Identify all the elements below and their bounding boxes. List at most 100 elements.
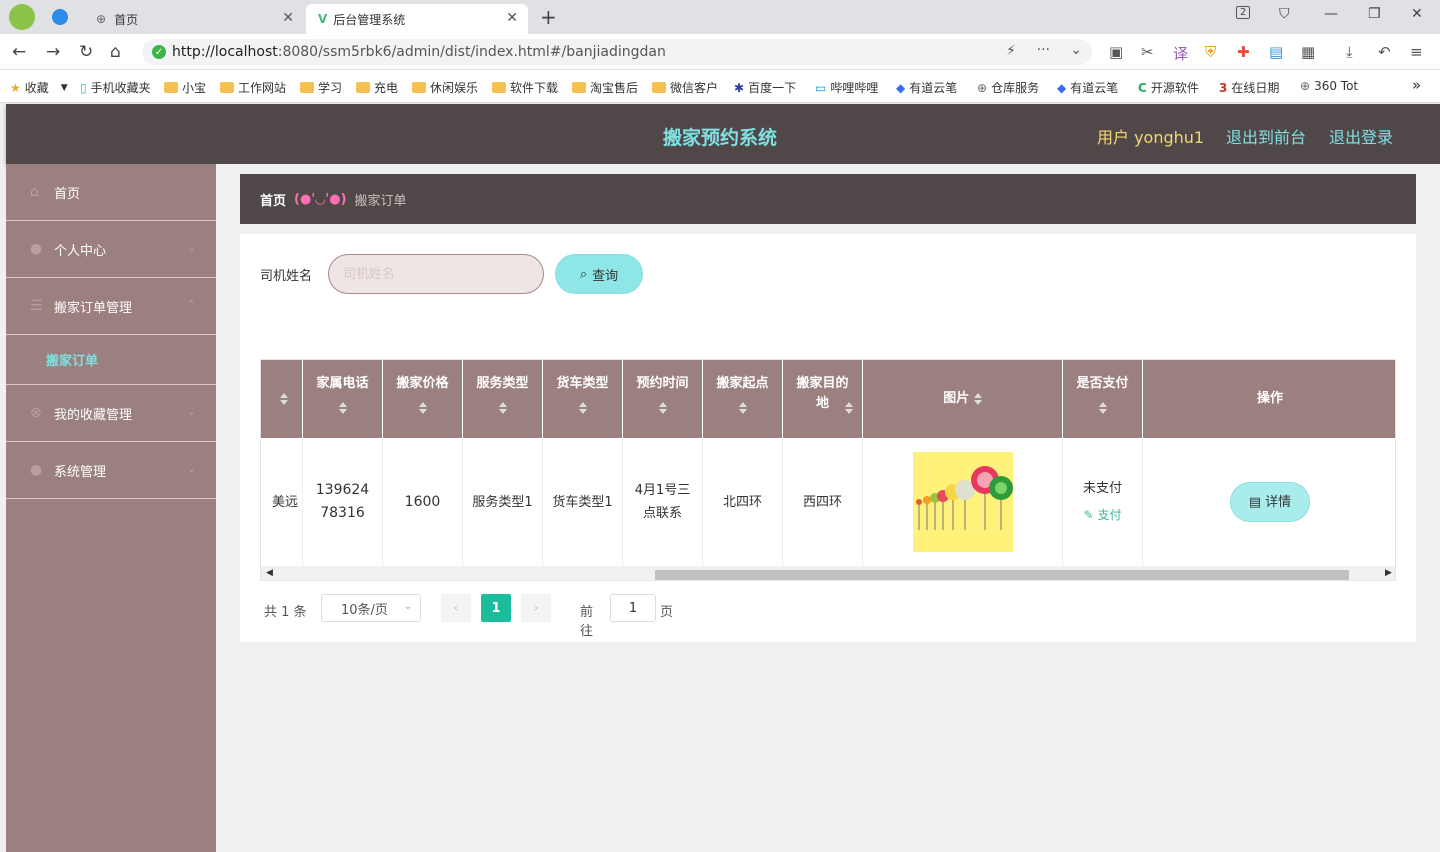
- sort-icon[interactable]: [498, 401, 507, 414]
- bookmark-item[interactable]: ✱ 百度一下: [734, 79, 796, 96]
- sidebar-item-label: 系统管理: [54, 464, 107, 480]
- back-icon[interactable]: ←: [12, 42, 26, 62]
- shirt-icon[interactable]: ⛉: [1279, 6, 1290, 22]
- sort-icon[interactable]: [418, 401, 427, 414]
- window-close-icon[interactable]: ✕: [1411, 6, 1423, 22]
- sort-icon[interactable]: [1098, 401, 1107, 414]
- detail-button[interactable]: ▤ 详情: [1230, 482, 1310, 522]
- cell-service-type: 服务类型1: [463, 438, 543, 566]
- sidebar-subitem-orders[interactable]: 搬家订单: [6, 335, 216, 385]
- screenshot-icon[interactable]: ▤: [1269, 43, 1283, 61]
- forward-icon[interactable]: →: [46, 42, 60, 62]
- page-number-current[interactable]: 1: [481, 594, 511, 622]
- translate-icon[interactable]: 译: [1173, 43, 1188, 64]
- column-header-truck[interactable]: 货车类型: [543, 360, 623, 438]
- sidebar-item-system[interactable]: ● 系统管理 ⌄: [6, 442, 216, 499]
- sort-icon[interactable]: [845, 402, 853, 414]
- bookmark-item[interactable]: ◆ 有道云笔: [896, 79, 957, 96]
- tab-admin[interactable]: V 后台管理系统 ✕: [306, 4, 528, 34]
- more-icon[interactable]: ···: [1037, 42, 1050, 58]
- column-header-paid[interactable]: 是否支付: [1063, 360, 1143, 438]
- bookmark-item[interactable]: ⊕ 仓库服务: [977, 79, 1039, 96]
- close-icon[interactable]: ✕: [282, 10, 294, 26]
- column-header-image[interactable]: 图片: [863, 360, 1063, 438]
- bookmark-item[interactable]: 微信客户: [652, 79, 718, 96]
- bookmark-item[interactable]: 学习: [300, 79, 342, 96]
- bookmark-item[interactable]: ▯ 手机收藏夹: [80, 79, 151, 96]
- column-header-time[interactable]: 预约时间: [623, 360, 703, 438]
- bookmark-item[interactable]: 充电: [356, 79, 398, 96]
- column-header-start[interactable]: 搬家起点: [703, 360, 783, 438]
- lightning-icon[interactable]: ⚡: [1006, 43, 1016, 59]
- sort-icon[interactable]: [578, 401, 587, 414]
- pay-link[interactable]: ✎ 支付: [1084, 504, 1122, 527]
- reload-icon[interactable]: ↻: [79, 42, 93, 62]
- column-header-service[interactable]: 服务类型: [463, 360, 543, 438]
- bookmarks-more[interactable]: »: [1412, 76, 1421, 94]
- home-icon[interactable]: ⌂: [110, 42, 121, 62]
- bookmark-item[interactable]: ◆ 有道云笔: [1057, 79, 1118, 96]
- undo-icon[interactable]: ↶: [1378, 43, 1391, 61]
- bookmark-item[interactable]: 工作网站: [220, 79, 286, 96]
- sidebar-item-profile[interactable]: ● 个人中心 ⌄: [6, 221, 216, 278]
- scrollbar-thumb[interactable]: [655, 570, 1349, 580]
- logout-link[interactable]: 退出登录: [1329, 124, 1393, 148]
- back-to-front-link[interactable]: 退出到前台: [1226, 124, 1306, 148]
- minimize-icon[interactable]: —: [1324, 6, 1338, 22]
- page-size-select[interactable]: 10条/页 ⌄: [321, 594, 421, 622]
- address-bar-row: ← → ↻ ⌂ ✓ http://localhost :8080/ssm5rbk…: [0, 34, 1440, 70]
- bookmark-item[interactable]: 3 在线日期: [1219, 79, 1279, 96]
- horizontal-scrollbar[interactable]: ◀ ▶: [261, 566, 1395, 580]
- bookmark-item[interactable]: 淘宝售后: [572, 79, 638, 96]
- collection-icon[interactable]: ▣: [1109, 43, 1123, 61]
- total-count: 共 1 条: [264, 605, 307, 620]
- bookmark-item[interactable]: ▭ 哔哩哔哩: [815, 79, 878, 96]
- column-header-cut[interactable]: [261, 360, 303, 438]
- tv-icon: ▭: [815, 80, 827, 95]
- close-icon[interactable]: ✕: [506, 10, 518, 26]
- bookmark-item[interactable]: ★ 收藏 ▼: [10, 79, 68, 96]
- sidebar-item-home[interactable]: ⌂ 首页: [6, 164, 216, 221]
- scroll-right-icon[interactable]: ▶: [1385, 568, 1392, 578]
- sort-icon[interactable]: [279, 392, 288, 405]
- shield-icon[interactable]: ⛨: [1205, 43, 1216, 61]
- bookmark-item[interactable]: ⊕ 360 Tot: [1300, 79, 1358, 93]
- prev-page-button[interactable]: ‹: [441, 594, 471, 622]
- bookmark-item[interactable]: 休闲娱乐: [412, 79, 478, 96]
- tab-home[interactable]: ⊕ 首页 ✕: [84, 4, 304, 34]
- restore-icon[interactable]: ❐: [1368, 6, 1381, 22]
- telegram-icon[interactable]: [52, 9, 68, 25]
- apps-icon[interactable]: ▦: [1301, 43, 1315, 61]
- next-page-button[interactable]: ›: [521, 594, 551, 622]
- url-field[interactable]: ✓ http://localhost :8080/ssm5rbk6/admin/…: [142, 39, 1092, 65]
- driver-name-input[interactable]: [328, 254, 544, 294]
- tab-count-badge[interactable]: 2: [1236, 6, 1251, 19]
- scroll-left-icon[interactable]: ◀: [266, 568, 273, 578]
- bookmark-item[interactable]: 软件下载: [492, 79, 558, 96]
- goto-page-input[interactable]: [610, 594, 656, 622]
- c-icon: C: [1138, 80, 1147, 95]
- bookmark-item[interactable]: C 开源软件: [1138, 79, 1199, 96]
- sort-icon[interactable]: [658, 401, 667, 414]
- breadcrumb-home[interactable]: 首页: [260, 190, 286, 209]
- download-icon[interactable]: ⤓: [1346, 43, 1353, 61]
- sort-icon[interactable]: [338, 401, 347, 414]
- browser-avatar-icon[interactable]: [9, 4, 35, 30]
- sort-icon[interactable]: [973, 392, 982, 405]
- column-header-dest[interactable]: 搬家目的地: [783, 360, 863, 438]
- search-button[interactable]: ⌕ 查询: [555, 254, 643, 294]
- bookmark-item[interactable]: 小宝: [164, 79, 206, 96]
- new-tab-icon[interactable]: +: [540, 5, 557, 29]
- home-icon: ⌂: [30, 184, 39, 200]
- cell-truck-type: 货车类型1: [543, 438, 623, 566]
- scissors-icon[interactable]: ✂: [1141, 43, 1154, 61]
- chevron-down-icon[interactable]: ⌄: [1070, 42, 1082, 58]
- game-icon[interactable]: ✚: [1237, 43, 1250, 61]
- column-header-price[interactable]: 搬家价格: [383, 360, 463, 438]
- menu-icon[interactable]: ≡: [1410, 43, 1423, 61]
- sidebar-item-orders[interactable]: ☰ 搬家订单管理 ⌃: [6, 278, 216, 335]
- sidebar-item-favorites[interactable]: ⊗ 我的收藏管理 ⌄: [6, 385, 216, 442]
- column-header-phone[interactable]: 家属电话: [303, 360, 383, 438]
- sort-icon[interactable]: [738, 401, 747, 414]
- order-image[interactable]: [912, 452, 1013, 552]
